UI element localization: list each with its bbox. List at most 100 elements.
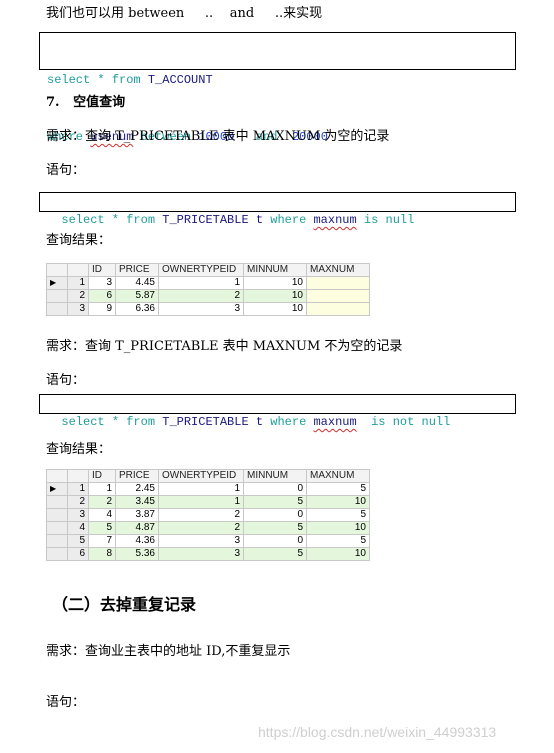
table-cell[interactable]: 10 [243, 289, 307, 303]
row-number: 5 [67, 534, 89, 548]
code-block-is-not-null: select * from T_PRICETABLE t where maxnu… [39, 394, 516, 429]
current-row-indicator-icon: ▶ [46, 276, 68, 290]
statement-label-2: 语句： [46, 373, 86, 388]
table-cell[interactable]: 6 [88, 289, 116, 303]
requirement-3: 需求：查询业主表中的地址 ID,不重复显示 [46, 644, 291, 659]
code-block-between: select * from T_ACCOUNT where usenum bet… [39, 32, 516, 144]
table-row[interactable]: 6 8 5.36 3 5 10 [46, 547, 370, 561]
row-number: 1 [67, 482, 89, 496]
table-cell[interactable]: 1 [88, 482, 116, 496]
section-7-title: 7. 空值查询 [46, 95, 126, 110]
table-row[interactable]: 4 5 4.87 2 5 10 [46, 521, 370, 535]
table-cell[interactable]: 5.87 [115, 289, 159, 303]
row-number: 1 [67, 276, 89, 290]
table-cell[interactable]: 4.36 [115, 534, 159, 548]
col-header[interactable]: ID [88, 263, 116, 277]
col-header[interactable]: ID [88, 469, 116, 483]
watermark: https://blog.csdn.net/weixin_44993313 [258, 724, 497, 740]
row-number: 4 [67, 521, 89, 535]
result-table-not-null: ID PRICE OWNERTYPEID MINNUM MAXNUM ▶ 1 1 2.… [46, 469, 370, 561]
col-header[interactable]: PRICE [115, 263, 159, 277]
row-number: 6 [67, 547, 89, 561]
table-cell[interactable]: 3.87 [115, 508, 159, 522]
table-cell[interactable]: 1 [158, 482, 244, 496]
row-number: 2 [67, 495, 89, 509]
table-row[interactable]: 3 9 6.36 3 10 [46, 302, 370, 316]
table-cell[interactable]: 5 [306, 508, 370, 522]
table-cell[interactable]: 5.36 [115, 547, 159, 561]
col-header[interactable]: OWNERTYPEID [158, 469, 244, 483]
table-cell[interactable] [306, 276, 370, 290]
requirement-1: 需求：查询 T_PRICETABLE 表中 MAXNUM 为空的记录 [46, 129, 390, 144]
row-number: 3 [67, 302, 89, 316]
col-header[interactable]: PRICE [115, 469, 159, 483]
table-header-row: ID PRICE OWNERTYPEID MINNUM MAXNUM [46, 469, 370, 483]
table-cell[interactable]: 2.45 [115, 482, 159, 496]
table-cell[interactable]: 5 [306, 534, 370, 548]
col-header[interactable]: MAXNUM [306, 263, 370, 277]
table-cell[interactable]: 5 [306, 482, 370, 496]
result-label-1: 查询结果： [46, 233, 112, 248]
row-indicator [46, 495, 68, 509]
table-cell[interactable]: 5 [243, 521, 307, 535]
table-cell[interactable]: 7 [88, 534, 116, 548]
table-cell[interactable]: 0 [243, 534, 307, 548]
table-cell[interactable]: 0 [243, 508, 307, 522]
table-cell[interactable]: 10 [306, 521, 370, 535]
result-label-2: 查询结果： [46, 442, 112, 457]
table-cell[interactable] [306, 289, 370, 303]
table-cell[interactable]: 10 [306, 547, 370, 561]
row-number: 3 [67, 508, 89, 522]
table-cell[interactable] [306, 302, 370, 316]
table-cell[interactable]: 5 [243, 495, 307, 509]
section-2-title: （二）去掉重复记录 [52, 595, 197, 614]
col-header[interactable]: MINNUM [243, 469, 307, 483]
table-cell[interactable]: 3.45 [115, 495, 159, 509]
col-header[interactable]: MAXNUM [306, 469, 370, 483]
table-cell[interactable]: 6.36 [115, 302, 159, 316]
table-cell[interactable]: 8 [88, 547, 116, 561]
table-row[interactable]: ▶ 1 3 4.45 1 10 [46, 276, 370, 290]
table-cell[interactable]: 4 [88, 508, 116, 522]
table-cell[interactable]: 0 [243, 482, 307, 496]
table-cell[interactable]: 2 [88, 495, 116, 509]
table-row[interactable]: 2 2 3.45 1 5 10 [46, 495, 370, 509]
table-row[interactable]: 2 6 5.87 2 10 [46, 289, 370, 303]
table-cell[interactable]: 4.45 [115, 276, 159, 290]
table-cell[interactable]: 5 [88, 521, 116, 535]
table-cell[interactable]: 10 [243, 276, 307, 290]
row-indicator [46, 508, 68, 522]
current-row-indicator-icon: ▶ [46, 482, 68, 496]
col-header[interactable]: OWNERTYPEID [158, 263, 244, 277]
table-cell[interactable]: 5 [243, 547, 307, 561]
row-indicator [46, 534, 68, 548]
table-cell[interactable]: 4.87 [115, 521, 159, 535]
table-cell[interactable]: 9 [88, 302, 116, 316]
table-cell[interactable]: 10 [306, 495, 370, 509]
table-cell[interactable]: 3 [158, 534, 244, 548]
table-row[interactable]: ▶ 1 1 2.45 1 0 5 [46, 482, 370, 496]
table-cell[interactable]: 1 [158, 276, 244, 290]
table-cell[interactable]: 3 [158, 547, 244, 561]
row-indicator [46, 521, 68, 535]
result-table-null: ID PRICE OWNERTYPEID MINNUM MAXNUM ▶ 1 3 4.… [46, 263, 370, 316]
row-number: 2 [67, 289, 89, 303]
table-row[interactable]: 5 7 4.36 3 0 5 [46, 534, 370, 548]
code-line-1: select * from T_ACCOUNT [47, 73, 213, 87]
intro-text: 我们也可以用 between .. and ..来实现 [46, 6, 323, 21]
statement-label-3: 语句： [46, 695, 86, 710]
row-indicator [46, 547, 68, 561]
row-indicator [46, 302, 68, 316]
requirement-2: 需求：查询 T_PRICETABLE 表中 MAXNUM 不为空的记录 [46, 339, 403, 354]
table-cell[interactable]: 2 [158, 289, 244, 303]
col-header[interactable]: MINNUM [243, 263, 307, 277]
table-cell[interactable]: 1 [158, 495, 244, 509]
statement-label-1: 语句： [46, 163, 86, 178]
table-header-row: ID PRICE OWNERTYPEID MINNUM MAXNUM [46, 263, 370, 277]
table-cell[interactable]: 10 [243, 302, 307, 316]
table-row[interactable]: 3 4 3.87 2 0 5 [46, 508, 370, 522]
table-cell[interactable]: 2 [158, 521, 244, 535]
table-cell[interactable]: 3 [158, 302, 244, 316]
table-cell[interactable]: 3 [88, 276, 116, 290]
table-cell[interactable]: 2 [158, 508, 244, 522]
